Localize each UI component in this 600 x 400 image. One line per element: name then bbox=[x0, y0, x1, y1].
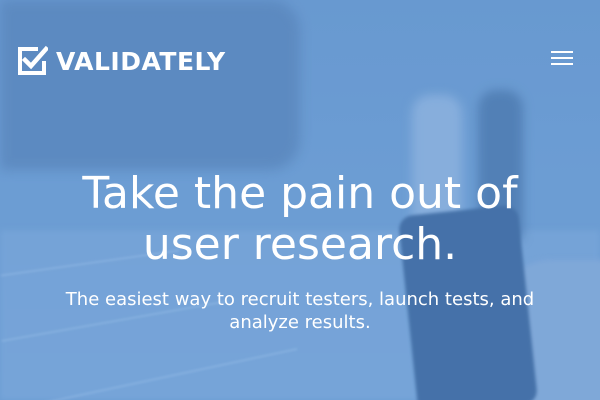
hero-headline: Take the pain out of user research. bbox=[0, 168, 600, 270]
site-header: VALIDATELY bbox=[0, 0, 600, 110]
logo-link[interactable]: VALIDATELY bbox=[16, 45, 226, 77]
hero-subheadline-line1: The easiest way to recruit testers, laun… bbox=[65, 289, 535, 310]
hero-headline-line1: Take the pain out of bbox=[82, 168, 518, 219]
menu-bar bbox=[551, 57, 573, 59]
hero-subheadline: The easiest way to recruit testers, laun… bbox=[30, 288, 570, 334]
menu-bar bbox=[551, 63, 573, 65]
hero-subheadline-line2: analyze results. bbox=[229, 312, 371, 333]
checkbox-check-icon bbox=[18, 45, 48, 75]
hero-section: VALIDATELY Take the pain out of user res… bbox=[0, 0, 600, 400]
menu-bar bbox=[551, 51, 573, 53]
brand-name: VALIDATELY bbox=[56, 46, 226, 76]
hero-headline-line2: user research. bbox=[142, 219, 458, 270]
hamburger-menu-icon[interactable] bbox=[548, 48, 576, 68]
